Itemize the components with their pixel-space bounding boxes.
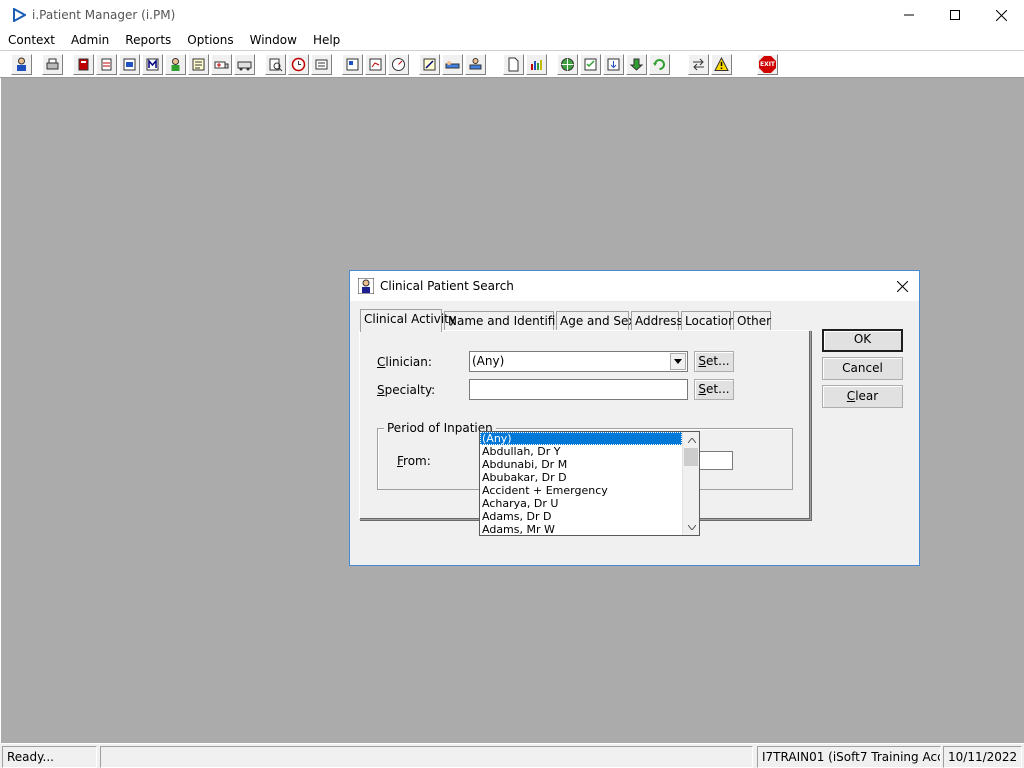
swap-icon[interactable]: [688, 54, 709, 75]
patient-icon[interactable]: [11, 54, 32, 75]
app-logo-icon: [8, 4, 30, 26]
dialog-close-button[interactable]: [891, 275, 913, 297]
refresh-icon[interactable]: [649, 54, 670, 75]
menu-options[interactable]: Options: [179, 30, 241, 50]
status-message: Ready...: [2, 746, 97, 768]
globe-icon[interactable]: [557, 54, 578, 75]
minimize-button[interactable]: [886, 0, 932, 30]
status-date: 10/11/2022: [943, 746, 1022, 768]
bed-icon[interactable]: [442, 54, 463, 75]
card-icon[interactable]: [342, 54, 363, 75]
dropdown-item[interactable]: Adams, Mr W: [480, 523, 682, 535]
menu-context[interactable]: Context: [0, 30, 63, 50]
toolbar: EXIT: [0, 50, 1024, 78]
doctor-icon[interactable]: [165, 54, 186, 75]
report-icon[interactable]: [119, 54, 140, 75]
scroll-thumb[interactable]: [684, 448, 698, 466]
chart-card-icon[interactable]: [365, 54, 386, 75]
dropdown-item[interactable]: Abdunabi, Dr M: [480, 458, 682, 471]
tab-location[interactable]: Location: [681, 311, 736, 331]
menu-help[interactable]: Help: [305, 30, 348, 50]
close-icon: [896, 280, 908, 292]
dial-icon[interactable]: [388, 54, 409, 75]
menu-bar: Context Admin Reports Options Window Hel…: [0, 30, 1024, 50]
dialog-title: Clinical Patient Search: [380, 279, 514, 293]
bar-chart-icon[interactable]: [526, 54, 547, 75]
pen-icon[interactable]: [419, 54, 440, 75]
exit-label: EXIT: [759, 61, 776, 68]
download-icon[interactable]: [603, 54, 624, 75]
close-icon: [995, 9, 1007, 21]
ambulance-icon[interactable]: [211, 54, 232, 75]
specialty-set-button[interactable]: Set...: [694, 379, 734, 400]
menu-window[interactable]: Window: [242, 30, 305, 50]
close-button[interactable]: [978, 0, 1024, 30]
specialty-label: Specialty:: [377, 383, 436, 397]
menu-reports[interactable]: Reports: [117, 30, 179, 50]
dropdown-item[interactable]: Acharya, Dr U: [480, 497, 682, 510]
m-icon[interactable]: [142, 54, 163, 75]
dropdown-item[interactable]: (Any): [480, 432, 682, 445]
clinician-select[interactable]: (Any): [469, 351, 688, 372]
dialog-patient-icon: [358, 278, 374, 294]
form-icon[interactable]: [188, 54, 209, 75]
tab-name-and-identifier[interactable]: Name and Identifier: [444, 311, 568, 331]
warning-icon[interactable]: [711, 54, 732, 75]
search-doc-icon[interactable]: [265, 54, 286, 75]
from-label: From:: [397, 454, 431, 468]
clinician-set-button[interactable]: Set...: [694, 351, 734, 372]
dropdown-item[interactable]: Abdullah, Dr Y: [480, 445, 682, 458]
status-bar: Ready... I7TRAIN01 (iSoft7 Training Acco…: [0, 743, 1024, 768]
scroll-up-icon[interactable]: [683, 433, 699, 447]
dropdown-item[interactable]: Accident + Emergency: [480, 484, 682, 497]
transport-icon[interactable]: [234, 54, 255, 75]
list-icon[interactable]: [311, 54, 332, 75]
maximize-icon: [950, 10, 960, 20]
book-icon[interactable]: [73, 54, 94, 75]
checklist-icon[interactable]: [580, 54, 601, 75]
scroll-down-icon[interactable]: [683, 520, 699, 534]
cancel-button[interactable]: Cancel: [822, 357, 903, 380]
dialog-titlebar: Clinical Patient Search: [350, 271, 919, 301]
notes-icon[interactable]: [96, 54, 117, 75]
app-title: i.Patient Manager (i.PM): [32, 8, 176, 22]
clinician-dropdown-list: (Any) Abdullah, Dr Y Abdunabi, Dr M Abub…: [479, 431, 700, 536]
tab-age-and-sex[interactable]: Age and Sex: [556, 311, 635, 331]
status-empty-cell: [100, 746, 753, 768]
tab-other[interactable]: Other: [733, 311, 771, 331]
ok-button[interactable]: OK: [822, 329, 903, 352]
clear-button[interactable]: Clear: [822, 385, 903, 408]
clinical-patient-search-dialog: Clinical Patient Search Clinical Activit…: [349, 270, 920, 566]
clock-icon[interactable]: [288, 54, 309, 75]
menu-admin[interactable]: Admin: [63, 30, 117, 50]
specialty-select[interactable]: [469, 379, 688, 400]
status-account: I7TRAIN01 (iSoft7 Training Account): [757, 746, 941, 768]
maximize-button[interactable]: [932, 0, 978, 30]
chevron-down-icon[interactable]: [670, 353, 686, 370]
tab-clinical-activity[interactable]: Clinical Activity: [360, 309, 456, 332]
dropdown-scrollbar[interactable]: [682, 432, 699, 535]
app-titlebar: i.Patient Manager (i.PM): [0, 0, 1024, 30]
clinician-select-value: (Any): [472, 354, 505, 368]
clinician-label: Clinician:: [377, 355, 432, 369]
dropdown-item[interactable]: Adams, Dr D: [480, 510, 682, 523]
waiting-icon[interactable]: [465, 54, 486, 75]
exit-button[interactable]: EXIT: [757, 54, 778, 75]
minimize-icon: [904, 14, 914, 16]
tab-address[interactable]: Address: [631, 311, 683, 331]
document-icon[interactable]: [503, 54, 524, 75]
dropdown-item[interactable]: Abubakar, Dr D: [480, 471, 682, 484]
window-controls: [886, 0, 1024, 30]
printer-icon[interactable]: [42, 54, 63, 75]
arrow-down-icon[interactable]: [626, 54, 647, 75]
clinical-activity-panel: Clinician: (Any) Set... Specialty: Set..…: [359, 330, 811, 536]
